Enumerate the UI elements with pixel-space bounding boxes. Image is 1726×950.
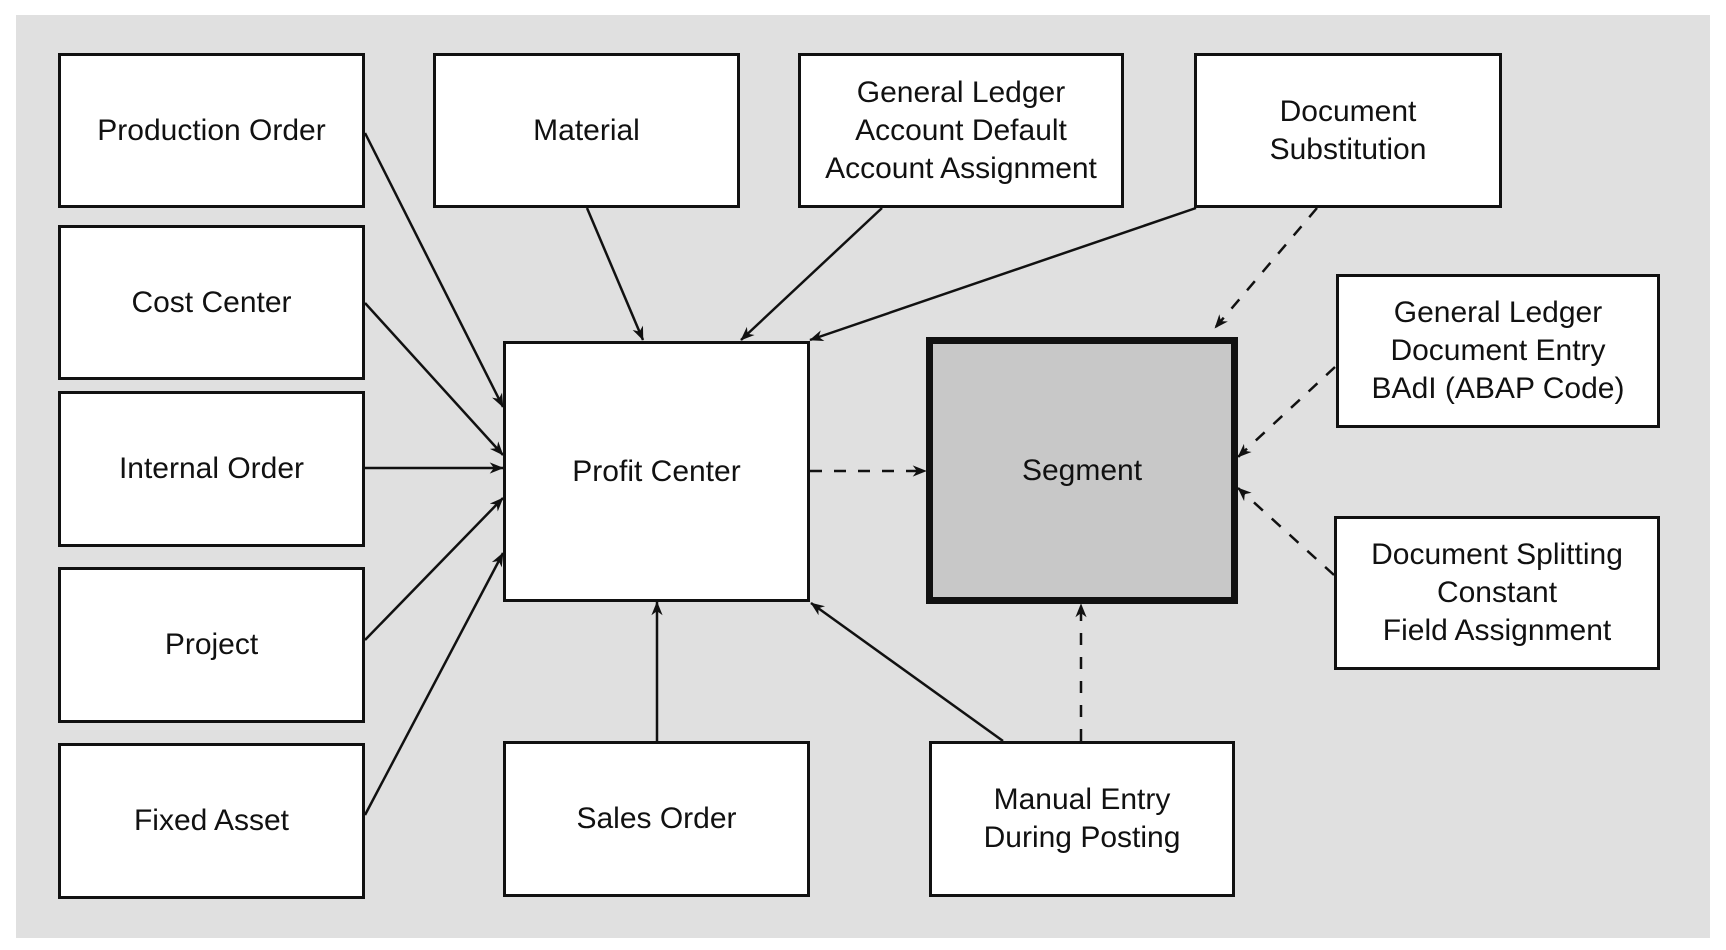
node-label: Segment	[1021, 453, 1143, 487]
node-document-splitting: Document Splitting Constant Field Assign…	[1334, 516, 1660, 670]
node-profit-center: Profit Center	[503, 341, 810, 602]
node-label: Internal Order	[118, 452, 305, 485]
node-fixed-asset: Fixed Asset	[58, 743, 365, 899]
node-gl-account-default: General Ledger Account Default Account A…	[798, 53, 1124, 208]
node-label: Fixed Asset	[133, 804, 290, 837]
node-internal-order: Internal Order	[58, 391, 365, 547]
node-label: Material	[533, 113, 640, 147]
node-label: Manual Entry During Posting	[983, 783, 1181, 854]
node-label: Profit Center	[572, 454, 741, 488]
node-manual-entry: Manual Entry During Posting	[929, 741, 1235, 897]
node-label: Document Splitting Constant Field Assign…	[1371, 538, 1623, 647]
node-cost-center: Cost Center	[58, 225, 365, 380]
node-document-substitution: Document Substitution	[1194, 53, 1502, 208]
node-production-order: Production Order	[58, 53, 365, 208]
node-sales-order: Sales Order	[503, 741, 810, 897]
node-label: General Ledger Document Entry BAdI (ABAP…	[1371, 296, 1625, 405]
node-segment: Segment	[926, 337, 1238, 604]
node-project: Project	[58, 567, 365, 723]
node-label: Sales Order	[576, 802, 737, 835]
node-label: Document Substitution	[1269, 94, 1427, 166]
node-label: Project	[164, 628, 259, 661]
node-label: General Ledger Account Default Account A…	[825, 75, 1097, 185]
node-label: Cost Center	[131, 285, 292, 319]
node-material: Material	[433, 53, 740, 208]
node-gl-document-entry-badi: General Ledger Document Entry BAdI (ABAP…	[1336, 274, 1660, 428]
node-label: Production Order	[97, 113, 326, 147]
